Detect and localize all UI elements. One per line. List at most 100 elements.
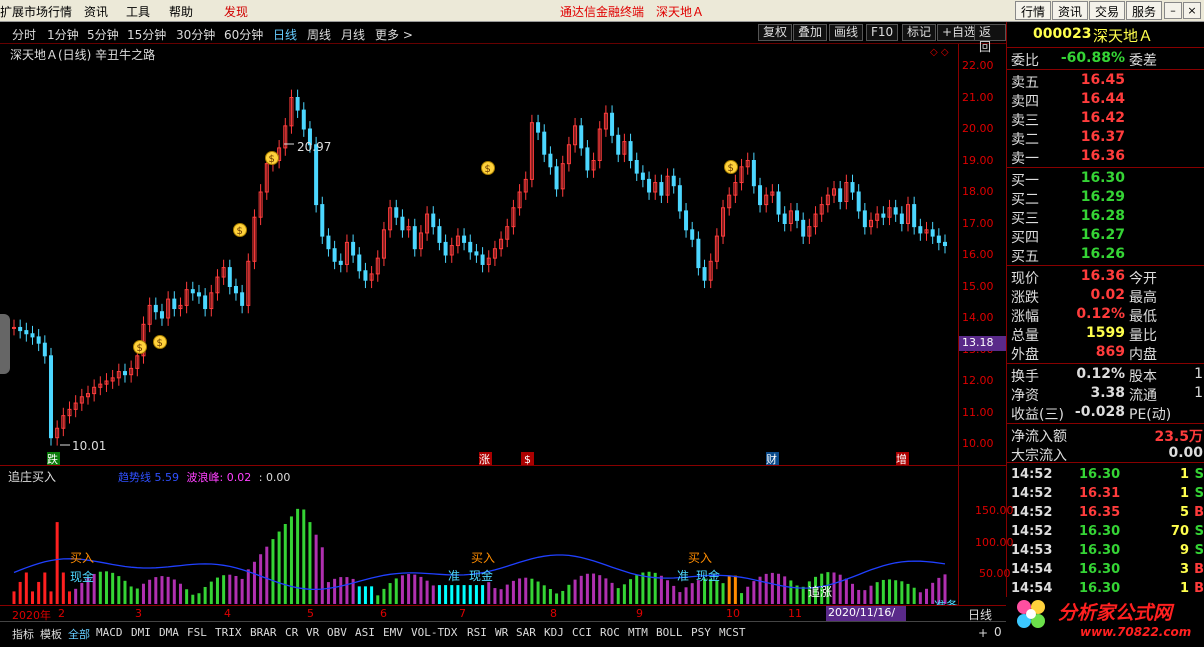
tab-trix[interactable]: TRIX	[215, 626, 242, 639]
tab-cci[interactable]: CCI	[572, 626, 592, 639]
tab-vr[interactable]: VR	[306, 626, 319, 639]
tab-全部[interactable]: 全部	[68, 626, 90, 642]
trade-button[interactable]: 交易	[1089, 1, 1126, 20]
tab-psy[interactable]: PSY	[691, 626, 711, 639]
tab-模板[interactable]: 模板	[40, 626, 62, 642]
period-1min[interactable]: 1分钟	[47, 26, 79, 43]
back-button[interactable]: 返回	[974, 24, 1006, 54]
tick-price: 16.31	[1079, 486, 1121, 501]
news-button[interactable]: 资讯	[1052, 1, 1089, 20]
indicator-bar	[629, 579, 633, 604]
trend-line-value: 5.59	[154, 471, 180, 484]
tab-boll[interactable]: BOLL	[656, 626, 683, 639]
event-marker-text: 财	[766, 452, 777, 465]
date-label-4: 4	[224, 607, 231, 620]
candle-body	[12, 326, 16, 329]
indicator-bar	[333, 578, 337, 604]
quote-value: 16.30	[1080, 170, 1125, 186]
menu-extended-market[interactable]: 扩展市场行情	[0, 3, 72, 20]
money-bag-symbol: $	[237, 226, 243, 237]
quote-label: 买一	[1011, 173, 1039, 189]
overlay-button[interactable]: 叠加	[793, 24, 828, 41]
quote-label: 外盘	[1011, 347, 1039, 363]
tab-fsl[interactable]: FSL	[187, 626, 207, 639]
period-30min[interactable]: 30分钟	[176, 26, 215, 43]
menu-news[interactable]: 资讯	[84, 3, 108, 20]
kline-chart-area[interactable]: 深天地Ａ(日线) 辛丑牛之路 20.97 10.01 $ $ $ $ $ $ 跌涨 $ 财增 22.…	[0, 44, 1007, 465]
tick-row: 14:52 16.31 1 S	[1007, 485, 1204, 503]
flow-value: 23.5万	[1154, 429, 1203, 445]
tab-macd[interactable]: MACD	[96, 626, 123, 639]
candle-body	[462, 235, 467, 243]
quote-label: 换手	[1011, 369, 1039, 385]
nav-left-icon[interactable]: +	[978, 626, 988, 640]
menu-help[interactable]: 帮助	[169, 3, 193, 20]
indicator-bar	[129, 586, 133, 604]
tick-time: 14:52	[1011, 486, 1053, 501]
quote-value: 0.12%	[1076, 306, 1125, 322]
indicator-bar	[900, 581, 904, 604]
tick-row: 14:52 16.30 1 S	[1007, 466, 1204, 484]
f10-button[interactable]: F10	[866, 24, 899, 41]
tab-cr[interactable]: CR	[285, 626, 298, 639]
tab-kdj[interactable]: KDJ	[544, 626, 564, 639]
indicator-bar	[604, 578, 608, 604]
close-button[interactable]: ×	[1183, 2, 1201, 19]
menu-discover[interactable]: 发现	[224, 3, 248, 20]
candle-body	[153, 304, 158, 313]
service-button[interactable]: 服务	[1126, 1, 1163, 20]
quote-label: 总量	[1011, 328, 1039, 344]
tab-wr[interactable]: WR	[495, 626, 508, 639]
indicator-bar	[555, 593, 559, 604]
tab-brar[interactable]: BRAR	[250, 626, 277, 639]
tab-obv[interactable]: OBV	[327, 626, 347, 639]
period-more[interactable]: 更多 >	[375, 26, 413, 43]
quote-button[interactable]: 行情	[1015, 1, 1052, 20]
period-intraday[interactable]: 分时	[12, 26, 36, 43]
tab-mcst[interactable]: MCST	[719, 626, 746, 639]
indicator-chart[interactable]: 买入现金买入准 现金买入准 现金追涨准备	[0, 466, 958, 606]
tab-dmi[interactable]: DMI	[131, 626, 151, 639]
quote-value: -60.88%	[1060, 50, 1125, 66]
mark-button[interactable]: 标记	[902, 24, 937, 41]
tab-指标[interactable]: 指标	[12, 626, 34, 642]
period-weekly[interactable]: 周线	[307, 26, 331, 43]
tick-time: 14:52	[1011, 505, 1053, 520]
indicator-bar	[499, 589, 503, 604]
left-scroll-handle[interactable]	[0, 314, 10, 374]
date-label-10: 10	[726, 607, 740, 620]
indicator-bar	[585, 573, 589, 604]
tab-asi[interactable]: ASI	[355, 626, 375, 639]
period-daily[interactable]: 日线	[273, 26, 297, 43]
indicator-area[interactable]: 买入 现金 买入准现金 买入准现金 追涨 准备 追庄买入 趋势线 5.59 波浪峰: 0.…	[0, 465, 1014, 606]
indicator-bar	[622, 584, 626, 604]
restore-rights-button[interactable]: 复权	[758, 24, 793, 41]
tab-dma[interactable]: DMA	[159, 626, 179, 639]
indicator-bar	[197, 593, 201, 604]
price-axis-label: 11.00	[962, 405, 994, 419]
quote-value: 16.42	[1080, 110, 1125, 126]
minimize-button[interactable]: –	[1164, 2, 1182, 19]
tab-vol-tdx[interactable]: VOL-TDX	[411, 626, 457, 639]
price-axis-label: 19.00	[962, 153, 994, 167]
period-15min[interactable]: 15分钟	[127, 26, 166, 43]
tab-roc[interactable]: ROC	[600, 626, 620, 639]
indicator-bar	[314, 534, 318, 604]
candle-body	[696, 238, 701, 269]
indicator-bar	[641, 572, 645, 604]
kline-chart[interactable]: 20.97 10.01 $ $ $ $ $ $ 跌 涨 $ 财 增	[0, 44, 958, 465]
tab-emv[interactable]: EMV	[383, 626, 403, 639]
chart-options-icon[interactable]: ◇ ◇	[930, 47, 949, 58]
period-5min[interactable]: 5分钟	[87, 26, 119, 43]
tab-mtm[interactable]: MTM	[628, 626, 648, 639]
tick-volume: 3	[1179, 562, 1189, 577]
tab-rsi[interactable]: RSI	[467, 626, 487, 639]
indicator-bar	[37, 581, 41, 604]
period-monthly[interactable]: 月线	[341, 26, 365, 43]
tab-sar[interactable]: SAR	[516, 626, 536, 639]
menu-tools[interactable]: 工具	[126, 3, 150, 20]
quote-value: 16.36	[1080, 268, 1125, 284]
period-60min[interactable]: 60分钟	[224, 26, 263, 43]
price-axis: 22.00 21.00 20.00 19.00 18.00 17.00 16.00 15.00…	[958, 44, 1007, 465]
draw-line-button[interactable]: 画线	[829, 24, 864, 41]
